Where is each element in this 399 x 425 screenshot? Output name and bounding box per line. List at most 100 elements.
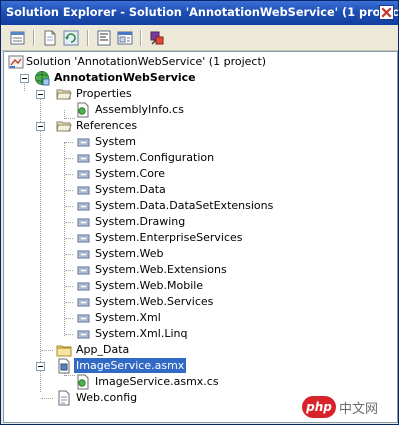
reference-icon (75, 166, 91, 182)
tree-guide (65, 174, 73, 176)
toolbar-separator (33, 30, 35, 46)
collapse-icon[interactable] (20, 74, 29, 83)
tree-row-app-data[interactable]: App_Data (4, 342, 394, 358)
properties-folder-label: Properties (76, 87, 132, 100)
reference-icon (75, 214, 91, 230)
view-designer-button[interactable] (116, 29, 134, 47)
toolbar-separator (87, 30, 89, 46)
toolbar (1, 25, 398, 51)
solution-label: Solution 'AnnotationWebService' (1 proje… (26, 55, 267, 68)
tree-row-reference[interactable]: System (4, 134, 394, 150)
reference-label: System.Data (95, 183, 166, 196)
class-diagram-button[interactable] (148, 29, 166, 47)
solution-explorer-window: Solution Explorer - Solution 'Annotation… (0, 0, 399, 425)
tree-row-reference[interactable]: System.Web.Mobile (4, 278, 394, 294)
refresh-icon (62, 29, 80, 47)
title-bar[interactable]: Solution Explorer - Solution 'Annotation… (1, 1, 399, 25)
watermark-text: 中文网 (339, 402, 379, 417)
tree-row-image-service[interactable]: ImageService.asmx (4, 358, 394, 374)
view-code-icon (95, 29, 113, 47)
close-icon (380, 6, 393, 19)
tree-row-image-service-cs[interactable]: ImageService.asmx.cs (4, 374, 394, 390)
tree-row-project[interactable]: AnnotationWebService (4, 70, 394, 86)
cs-file-icon (75, 374, 91, 390)
reference-label: System.Web (95, 247, 164, 260)
tree-guide (65, 302, 73, 304)
tree-row-reference[interactable]: System.Drawing (4, 214, 394, 230)
folder-icon (56, 342, 72, 358)
reference-icon (75, 326, 91, 342)
solution-icon (8, 54, 24, 70)
tree-row-reference[interactable]: System.Core (4, 166, 394, 182)
web-config-label: Web.config (76, 391, 138, 404)
tree-row-reference[interactable]: System.Data (4, 182, 394, 198)
tree-row-references[interactable]: References (4, 118, 394, 134)
properties-icon (9, 29, 27, 47)
view-designer-icon (116, 29, 134, 47)
solution-tree[interactable]: Solution 'AnnotationWebService' (1 proje… (3, 51, 398, 423)
tree-row-properties[interactable]: Properties (4, 86, 394, 102)
reference-icon (75, 246, 91, 262)
watermark-logo: php (302, 396, 336, 418)
tree-row-assemblyinfo[interactable]: AssemblyInfo.cs (4, 102, 394, 118)
class-diagram-icon (148, 29, 166, 47)
tree-row-reference[interactable]: System.Web.Extensions (4, 262, 394, 278)
tree-guide (65, 158, 73, 160)
reference-label: System.Core (95, 167, 165, 180)
tree-row-reference[interactable]: System.Xml (4, 310, 394, 326)
toolbar-separator (140, 30, 142, 46)
reference-icon (75, 198, 91, 214)
reference-icon (75, 262, 91, 278)
close-button[interactable] (379, 5, 394, 20)
collapse-icon[interactable] (36, 122, 45, 131)
file-label: ImageService.asmx.cs (95, 375, 219, 388)
image-service-label: ImageService.asmx (74, 358, 187, 373)
reference-icon (75, 278, 91, 294)
reference-label: System.Xml (95, 311, 161, 324)
tree-guide (65, 238, 73, 240)
file-label: AssemblyInfo.cs (95, 103, 184, 116)
tree-guide (65, 334, 73, 336)
refresh-button[interactable] (62, 29, 80, 47)
tree-guide (65, 190, 73, 192)
tree-guide (41, 398, 53, 400)
project-label: AnnotationWebService (54, 71, 196, 84)
tree-row-reference[interactable]: System.EnterpriseServices (4, 230, 394, 246)
folder-open-icon (56, 86, 72, 102)
reference-icon (75, 230, 91, 246)
reference-icon (75, 294, 91, 310)
tree-row-reference[interactable]: System.Web (4, 246, 394, 262)
tree-row-solution[interactable]: Solution 'AnnotationWebService' (1 proje… (4, 54, 394, 70)
reference-icon (75, 134, 91, 150)
view-code-button[interactable] (95, 29, 113, 47)
watermark: php 中文网 (302, 396, 394, 418)
collapse-icon[interactable] (36, 90, 45, 99)
properties-button[interactable] (9, 29, 27, 47)
show-all-files-button[interactable] (41, 29, 59, 47)
reference-label: System.Configuration (95, 151, 215, 164)
reference-icon (75, 310, 91, 326)
reference-icon (75, 150, 91, 166)
reference-icon (75, 182, 91, 198)
collapse-icon[interactable] (36, 362, 45, 371)
reference-label: System.Web.Mobile (95, 279, 204, 292)
references-folder-label: References (76, 119, 138, 132)
tree-row-reference[interactable]: System.Xml.Linq (4, 326, 394, 342)
web-project-icon (34, 70, 50, 86)
cs-file-icon (75, 102, 91, 118)
reference-label: System.Drawing (95, 215, 186, 228)
reference-label: System.Data.DataSetExtensions (95, 199, 274, 212)
tree-guide (65, 206, 73, 208)
tree-row-reference[interactable]: System.Configuration (4, 150, 394, 166)
app-data-label: App_Data (76, 343, 130, 356)
asmx-file-icon (56, 358, 72, 374)
reference-label: System.Web.Services (95, 295, 214, 308)
tree-row-reference[interactable]: System.Data.DataSetExtensions (4, 198, 394, 214)
reference-label: System.Xml.Linq (95, 327, 188, 340)
tree-row-reference[interactable]: System.Web.Services (4, 294, 394, 310)
window-title: Solution Explorer - Solution 'Annotation… (6, 6, 399, 19)
config-file-icon (56, 390, 72, 406)
tree-guide (65, 286, 73, 288)
tree-guide (65, 270, 73, 272)
tree-guide (65, 142, 73, 144)
